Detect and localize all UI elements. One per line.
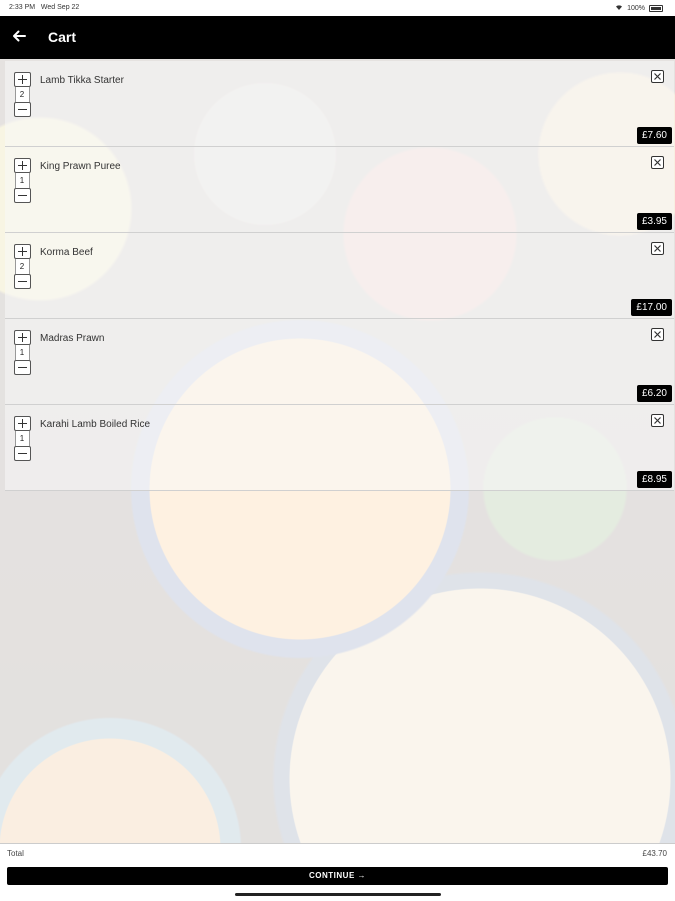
plus-icon <box>17 333 27 342</box>
decrease-quantity-button[interactable] <box>13 360 31 375</box>
status-bar: 2:33 PM Wed Sep 22 100% <box>0 0 675 16</box>
item-name: Karahi Lamb Boiled Rice <box>40 419 151 430</box>
increase-quantity-button[interactable] <box>13 244 31 259</box>
page-title: Cart <box>48 29 77 45</box>
plus-icon <box>17 247 27 256</box>
item-price: £7.60 <box>636 127 672 144</box>
remove-item-button[interactable] <box>651 414 664 427</box>
item-price: £3.95 <box>636 213 672 230</box>
item-price: £17.00 <box>631 299 672 316</box>
cart-list: 2 Lamb Tikka Starter £7.60 1 King Prawn … <box>5 61 674 491</box>
continue-button[interactable]: CONTINUE → <box>7 867 668 885</box>
close-icon <box>654 417 661 424</box>
item-price: £6.20 <box>636 385 672 402</box>
quantity-value: 2 <box>14 87 30 102</box>
battery-icon <box>649 4 663 12</box>
cart-item: 2 Lamb Tikka Starter £7.60 <box>5 61 674 147</box>
arrow-left-icon[interactable] <box>10 27 28 45</box>
total-value: £43.70 <box>642 849 667 858</box>
item-name: Lamb Tikka Starter <box>40 75 124 86</box>
cart-footer: Total £43.70 CONTINUE → <box>0 843 675 901</box>
quantity-stepper: 2 <box>13 72 31 117</box>
plus-icon <box>17 161 27 170</box>
minus-icon <box>17 281 27 282</box>
minus-icon <box>17 453 27 454</box>
cart-item: 1 Karahi Lamb Boiled Rice £8.95 <box>5 405 674 491</box>
status-time: 2:33 PM Wed Sep 22 <box>9 4 79 11</box>
remove-item-button[interactable] <box>651 70 664 83</box>
wifi-icon <box>615 4 623 12</box>
minus-icon <box>17 195 27 196</box>
quantity-stepper: 1 <box>13 158 31 203</box>
status-clock: 2:33 PM <box>9 4 36 11</box>
quantity-value: 1 <box>14 431 30 446</box>
quantity-value: 1 <box>14 173 30 188</box>
minus-icon <box>17 109 27 110</box>
remove-item-button[interactable] <box>651 156 664 169</box>
quantity-stepper: 2 <box>13 244 31 289</box>
decrease-quantity-button[interactable] <box>13 188 31 203</box>
remove-item-button[interactable] <box>651 328 664 341</box>
increase-quantity-button[interactable] <box>13 72 31 87</box>
increase-quantity-button[interactable] <box>13 158 31 173</box>
home-indicator <box>235 893 441 896</box>
battery-percent: 100% <box>627 4 645 12</box>
increase-quantity-button[interactable] <box>13 330 31 345</box>
cart-item: 1 King Prawn Puree £3.95 <box>5 147 674 233</box>
item-price: £8.95 <box>636 471 672 488</box>
status-date: Wed Sep 22 <box>40 4 80 11</box>
remove-item-button[interactable] <box>651 242 664 255</box>
close-icon <box>654 73 661 80</box>
decrease-quantity-button[interactable] <box>13 102 31 117</box>
cart-item: 1 Madras Prawn £6.20 <box>5 319 674 405</box>
quantity-value: 2 <box>14 259 30 274</box>
status-indicators: 100% <box>615 4 663 12</box>
app-header: Cart <box>0 16 675 59</box>
item-name: King Prawn Puree <box>40 161 121 172</box>
minus-icon <box>17 367 27 368</box>
quantity-stepper: 1 <box>13 416 31 461</box>
close-icon <box>654 159 661 166</box>
total-label: Total <box>7 849 24 858</box>
decrease-quantity-button[interactable] <box>13 274 31 289</box>
cart-item: 2 Korma Beef £17.00 <box>5 233 674 319</box>
item-name: Korma Beef <box>40 247 93 258</box>
quantity-stepper: 1 <box>13 330 31 375</box>
plus-icon <box>17 75 27 84</box>
item-name: Madras Prawn <box>40 333 105 344</box>
close-icon <box>654 245 661 252</box>
decrease-quantity-button[interactable] <box>13 446 31 461</box>
plus-icon <box>17 419 27 428</box>
increase-quantity-button[interactable] <box>13 416 31 431</box>
close-icon <box>654 331 661 338</box>
quantity-value: 1 <box>14 345 30 360</box>
